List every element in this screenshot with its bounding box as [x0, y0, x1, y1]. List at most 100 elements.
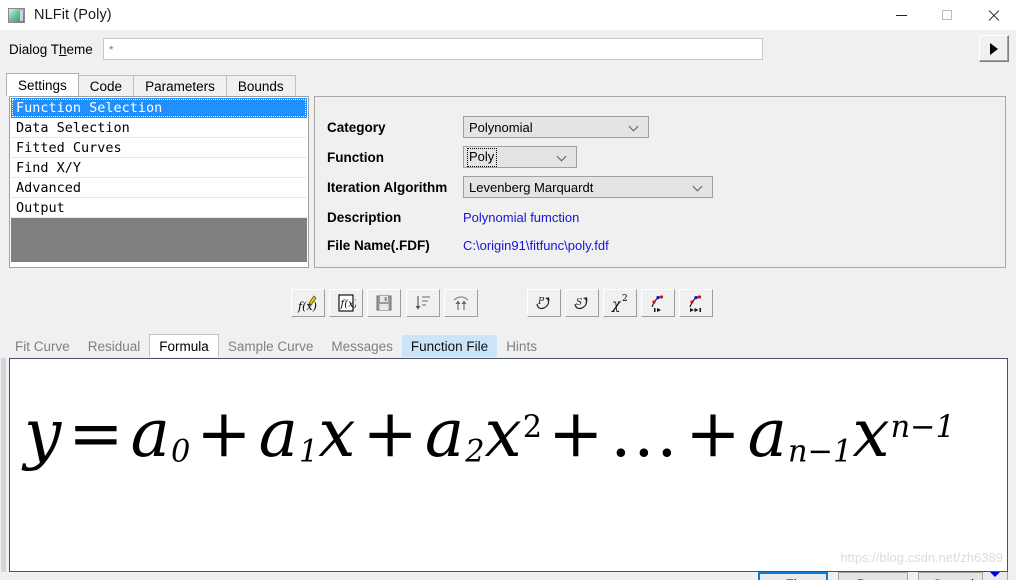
tree-item-advanced[interactable]: Advanced: [11, 178, 307, 198]
dialog-theme-expand-button[interactable]: [979, 35, 1009, 62]
dialog-theme-input[interactable]: *: [102, 38, 763, 60]
tab-formula[interactable]: Formula: [149, 334, 219, 357]
open-function-icon: f(x): [338, 294, 357, 312]
save-function-button[interactable]: [367, 289, 401, 317]
tab-messages[interactable]: Messages: [322, 335, 402, 357]
floppy-disk-icon: [376, 295, 392, 311]
open-function-button[interactable]: f(x): [329, 289, 363, 317]
svg-text:P: P: [537, 297, 545, 307]
tab-parameters[interactable]: Parameters: [133, 75, 227, 96]
toolbar-group-parameters: [406, 289, 482, 317]
window-title: NLFit (Poly): [34, 7, 112, 23]
description-value: Polynomial fumction: [463, 209, 580, 225]
tree-item-output[interactable]: Output: [11, 198, 307, 218]
tab-residual[interactable]: Residual: [78, 335, 150, 357]
description-label: Description: [327, 209, 402, 225]
tree-item-function-selection[interactable]: Function Selection: [11, 98, 307, 118]
tab-bounds[interactable]: Bounds: [225, 75, 296, 96]
window-controls: [878, 0, 1016, 30]
cancel-button[interactable]: Cancel: [918, 572, 988, 580]
file-name-label: File Name(.FDF): [327, 237, 430, 253]
formula-plus-2: +: [362, 395, 419, 472]
tab-sample-curve[interactable]: Sample Curve: [218, 335, 323, 357]
nlfit-dialog: NLFit (Poly) Dialog Theme * Settings Cod…: [0, 0, 1016, 580]
new-function-button[interactable]: f(x): [291, 289, 325, 317]
minimize-icon: [895, 14, 907, 16]
chevron-down-icon: [558, 153, 567, 162]
formula-term0-base: a: [130, 395, 171, 472]
formula-scrollbar[interactable]: [1, 358, 6, 572]
close-icon: [987, 9, 1000, 22]
watermark-text: https://blog.csdn.net/zh6389: [840, 550, 1003, 565]
formula-term1-sub: 1: [298, 434, 319, 470]
P-undo-icon: P: [536, 297, 550, 310]
formula-term1-base: a: [258, 395, 299, 472]
function-value: Poly: [467, 147, 498, 167]
formula-term2-var: x: [484, 395, 523, 472]
formula-termn-base: a: [747, 395, 789, 472]
formula-plus-4: +: [685, 395, 742, 472]
tree-item-find-xy[interactable]: Find X/Y: [11, 158, 307, 178]
formula-plus-3: +: [548, 395, 605, 472]
arrows-up-curve-icon: [453, 296, 469, 310]
function-select[interactable]: Poly: [463, 146, 577, 168]
category-label: Category: [327, 119, 386, 135]
svg-text:S: S: [576, 298, 582, 308]
new-function-icon: f(x): [297, 295, 317, 313]
minimize-button[interactable]: [878, 0, 924, 30]
chi-squared-icon: χ 2: [611, 294, 628, 313]
nlfit-window-icon: [8, 7, 25, 23]
done-button[interactable]: Done: [838, 572, 908, 580]
svg-text:f(x): f(x): [297, 300, 317, 313]
tab-function-file[interactable]: Function File: [401, 335, 498, 357]
formula-panel: y=a0+a1x+a2x2+...+an−1xn−1 https://blog.…: [9, 358, 1008, 572]
fit-until-converged-button[interactable]: [679, 289, 713, 317]
arrow-down-lines-icon: [415, 296, 430, 310]
S-undo-icon: S: [574, 297, 588, 310]
tab-code[interactable]: Code: [77, 75, 135, 96]
dialog-theme-label: Dialog Theme: [9, 41, 93, 57]
formula-term1-var: x: [318, 395, 357, 472]
fit-button[interactable]: Fit: [758, 572, 828, 580]
maximize-button[interactable]: [924, 0, 970, 30]
file-name-value: C:\origin91\fitfunc\poly.fdf: [463, 237, 609, 253]
category-select[interactable]: Polynomial: [463, 116, 649, 138]
title-bar: NLFit (Poly): [0, 0, 1016, 30]
chi-square-button[interactable]: χ 2: [603, 289, 637, 317]
maximize-icon: [942, 10, 952, 20]
category-value: Polynomial: [469, 119, 533, 135]
curve-fast-forward-icon: [689, 295, 702, 312]
tab-settings[interactable]: Settings: [6, 73, 79, 96]
formula-lhs: y: [24, 395, 63, 472]
tab-fit-curve[interactable]: Fit Curve: [6, 335, 79, 357]
auto-parameter-button[interactable]: [444, 289, 478, 317]
toolbar-group-fit: P S χ 2: [527, 289, 717, 317]
dialog-theme-row: Dialog Theme *: [0, 30, 1016, 68]
initialize-parameters-button[interactable]: [406, 289, 440, 317]
function-label: Function: [327, 149, 384, 165]
formula-term0-sub: 0: [170, 434, 191, 470]
function-selection-form: Category Polynomial Function Poly Iterat…: [314, 96, 1006, 268]
function-row: Function Poly: [327, 146, 577, 168]
iteration-algorithm-row: Iteration Algorithm Levenberg Marquardt: [327, 176, 713, 198]
formula-termn-sub: n−1: [788, 434, 853, 470]
reset-parameters-button[interactable]: P: [527, 289, 561, 317]
category-row: Category Polynomial: [327, 116, 649, 138]
chevron-down-icon: [694, 183, 703, 192]
settings-tree: Function Selection Data Selection Fitted…: [11, 98, 307, 262]
reset-settings-button[interactable]: S: [565, 289, 599, 317]
svg-text:f(x): f(x): [340, 299, 357, 310]
settings-tree-panel: Function Selection Data Selection Fitted…: [9, 96, 309, 268]
formula-term2-sup: 2: [522, 410, 543, 446]
iteration-algorithm-value: Levenberg Marquardt: [469, 179, 594, 195]
tree-item-fitted-curves[interactable]: Fitted Curves: [11, 138, 307, 158]
tree-empty-area: [11, 218, 307, 262]
close-button[interactable]: [970, 0, 1016, 30]
formula-termn-var: x: [852, 395, 891, 472]
iteration-algorithm-select[interactable]: Levenberg Marquardt: [463, 176, 713, 198]
toolbar-group-file: f(x) f(x): [291, 289, 405, 317]
tree-item-data-selection[interactable]: Data Selection: [11, 118, 307, 138]
settings-tabstrip: Settings Code Parameters Bounds: [6, 73, 296, 96]
one-iteration-button[interactable]: [641, 289, 675, 317]
tab-hints[interactable]: Hints: [497, 335, 546, 357]
